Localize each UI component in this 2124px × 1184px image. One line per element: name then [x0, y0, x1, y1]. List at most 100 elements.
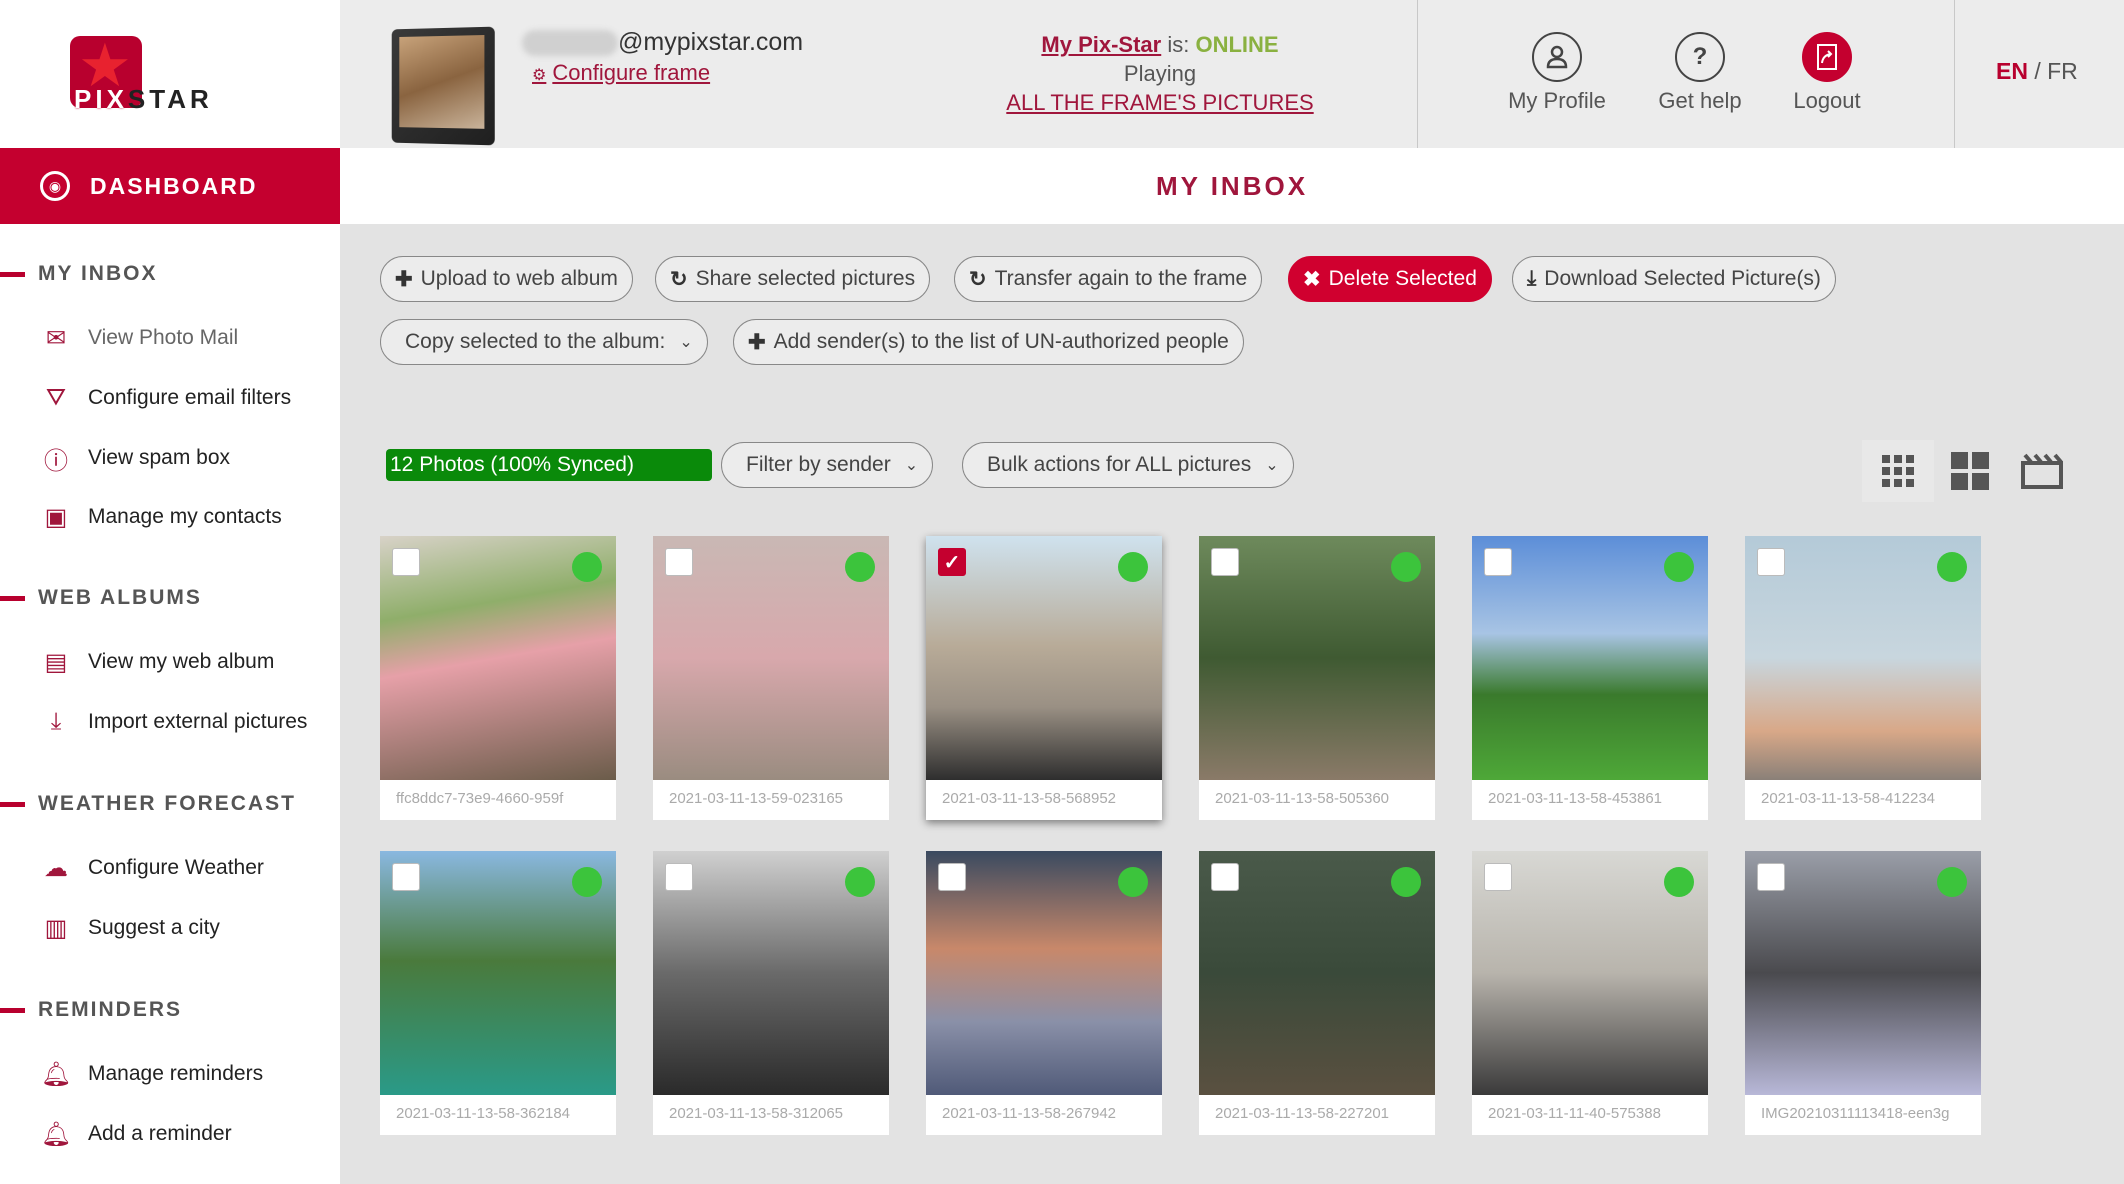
bell-icon: 🔔︎ [40, 1060, 72, 1088]
grid-large-view-button[interactable] [1934, 440, 2006, 502]
photo-tile[interactable]: 2021-03-11-13-58-453861 [1472, 536, 1708, 820]
slideshow-view-icon [2021, 453, 2063, 489]
sidebar-item-view-my-web-album[interactable]: ▤ View my web album [40, 646, 275, 678]
playing-target-link[interactable]: ALL THE FRAME'S PICTURES [1006, 90, 1313, 115]
sidebar-item-dashboard[interactable]: ◉ DASHBOARD [0, 148, 340, 224]
photo-checkbox[interactable] [665, 863, 693, 891]
lang-fr[interactable]: FR [2047, 58, 2078, 84]
photo-tile[interactable]: 2021-03-11-13-58-505360 [1199, 536, 1435, 820]
sidebar-item-suggest-a-city[interactable]: ▥ Suggest a city [40, 912, 220, 944]
import-icon: ⤓ [50, 708, 62, 735]
photo-checkbox[interactable] [1757, 863, 1785, 891]
synced-status-dot [1118, 552, 1148, 582]
sidebar-item-configure-email-filters[interactable]: ⛛ Configure email filters [40, 382, 291, 414]
download-selected-button[interactable]: ⤓ Download Selected Picture(s) [1512, 256, 1836, 302]
transfer-again-button[interactable]: ↻ Transfer again to the frame [954, 256, 1263, 302]
sidebar-item-label: Add a reminder [88, 1122, 232, 1145]
photo-tile[interactable]: 2021-03-11-13-58-267942 [926, 851, 1162, 1135]
delete-selected-button[interactable]: ✖ Delete Selected [1288, 256, 1492, 302]
slideshow-view-button[interactable] [2006, 440, 2078, 502]
photo-tile[interactable]: ffc8ddc7-73e9-4660-959f [380, 536, 616, 820]
user-icon [1532, 32, 1582, 82]
photo-tile[interactable]: 2021-03-11-13-58-227201 [1199, 851, 1435, 1135]
photo-caption: 2021-03-11-13-58-362184 [396, 1105, 571, 1122]
synced-status-dot [1937, 552, 1967, 582]
photo-checkbox[interactable] [938, 863, 966, 891]
section-my-inbox: MY INBOX [0, 262, 157, 286]
sidebar-item-view-photo-mail[interactable]: ✉ View Photo Mail [40, 322, 238, 354]
photo-tile[interactable]: ✓ 2021-03-11-13-58-568952 [926, 536, 1162, 820]
get-help-button[interactable]: ? Get help [1640, 32, 1760, 114]
photo-tile[interactable]: 2021-03-11-11-40-575388 [1472, 851, 1708, 1135]
status-line: My Pix-Star is: ONLINE [950, 30, 1370, 59]
photo-checkbox[interactable] [1211, 548, 1239, 576]
button-label: Delete Selected [1328, 267, 1477, 290]
grid-small-view-button[interactable] [1862, 440, 1934, 502]
synced-status-dot [1664, 867, 1694, 897]
photo-checkbox[interactable]: ✓ [938, 548, 966, 576]
sidebar-item-label: View Photo Mail [88, 326, 239, 349]
section-title: MY INBOX [38, 262, 158, 285]
weather-icon: ☁ [44, 854, 68, 882]
photo-checkbox[interactable] [1484, 863, 1512, 891]
bulk-actions-select[interactable]: Bulk actions for ALL pictures ⌄ [962, 442, 1294, 488]
sidebar-item-add-a-reminder[interactable]: 🔔︎ Add a reminder [40, 1118, 232, 1150]
photo-checkbox[interactable] [1484, 548, 1512, 576]
upload-to-web-album-button[interactable]: ✚ Upload to web album [380, 256, 633, 302]
frame-screen [399, 35, 485, 129]
photo-tile[interactable]: 2021-03-11-13-58-312065 [653, 851, 889, 1135]
my-pixstar-link[interactable]: My Pix-Star [1041, 32, 1161, 57]
lang-sep: / [2027, 58, 2048, 84]
page-title: MY INBOX [1155, 170, 1309, 201]
sidebar-item-view-spam-box[interactable]: ⓘ View spam box [40, 442, 230, 475]
frame-status: My Pix-Star is: ONLINE Playing ALL THE F… [950, 30, 1370, 117]
photo-checkbox[interactable] [1757, 548, 1785, 576]
grid-large-view-icon [1951, 452, 1989, 490]
photo-tile[interactable]: 2021-03-11-13-58-412234 [1745, 536, 1981, 820]
dashboard-gauge-icon: ◉ [40, 171, 70, 201]
sidebar-item-import-external-pictures[interactable]: ⤓ Import external pictures [40, 706, 308, 738]
sidebar-item-label: View my web album [88, 650, 275, 673]
photo-tile[interactable]: IMG20210311113418-een3g [1745, 851, 1981, 1135]
photo-checkbox[interactable] [392, 863, 420, 891]
section-marker [0, 1007, 25, 1013]
photo-caption: 2021-03-11-13-58-312065 [669, 1105, 844, 1122]
add-unauthorized-sender-button[interactable]: ✚ Add sender(s) to the list of UN-authori… [733, 319, 1244, 365]
copy-to-album-select[interactable]: Copy selected to the album: ⌄ [380, 319, 708, 365]
synced-status-dot [572, 867, 602, 897]
plus-icon: ✚ [748, 330, 766, 354]
filter-icon: ⛛ [45, 384, 67, 411]
bell-plus-icon: 🔔︎ [40, 1120, 72, 1148]
sidebar-item-configure-weather[interactable]: ☁ Configure Weather [40, 852, 264, 884]
select-label: Filter by sender [746, 453, 891, 476]
photo-checkbox[interactable] [392, 548, 420, 576]
configure-frame-link[interactable]: ⚙ Configure frame [532, 60, 710, 86]
chevron-down-icon: ⌄ [1265, 457, 1279, 474]
my-profile-button[interactable]: My Profile [1497, 32, 1617, 114]
gear-icon: ⚙ [532, 67, 547, 84]
button-label: Transfer again to the frame [994, 267, 1248, 290]
photo-checkbox[interactable] [665, 548, 693, 576]
sidebar-item-manage-my-contacts[interactable]: ▣ Manage my contacts [40, 501, 282, 533]
share-selected-pictures-button[interactable]: ↻ Share selected pictures [655, 256, 931, 302]
section-title: WEB ALBUMS [38, 586, 202, 609]
filter-by-sender-select[interactable]: Filter by sender ⌄ [721, 442, 934, 488]
pixstar-logo[interactable]: ★ PIXSTAR [70, 32, 270, 114]
chevron-down-icon: ⌄ [679, 334, 693, 351]
close-icon: ✖ [1303, 267, 1321, 291]
photo-checkbox[interactable] [1211, 863, 1239, 891]
logout-icon [1802, 32, 1852, 82]
photo-tile[interactable]: 2021-03-11-13-59-023165 [653, 536, 889, 820]
view-mode-switcher [1862, 440, 2078, 502]
status-badge: ONLINE [1195, 32, 1279, 57]
lang-en[interactable]: EN [1996, 58, 2028, 84]
page-title-bar: MY INBOX [340, 148, 2124, 224]
redacted-username [522, 30, 618, 57]
warning-icon: ⓘ [44, 447, 68, 475]
photo-caption: 2021-03-11-11-40-575388 [1488, 1105, 1661, 1122]
sidebar-item-manage-reminders[interactable]: 🔔︎ Manage reminders [40, 1058, 263, 1090]
logout-button[interactable]: Logout [1767, 32, 1887, 114]
sidebar-item-label: Configure email filters [88, 386, 292, 409]
photo-tile[interactable]: 2021-03-11-13-58-362184 [380, 851, 616, 1135]
city-icon: ▥ [44, 914, 68, 942]
